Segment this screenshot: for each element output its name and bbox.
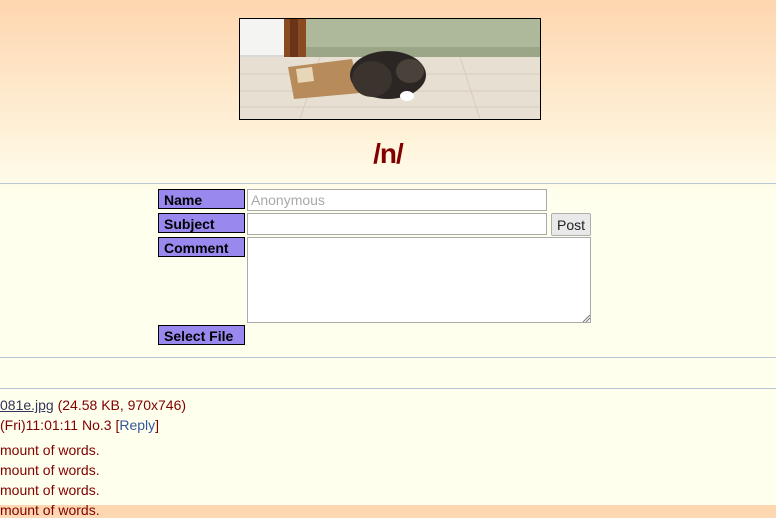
file-link[interactable]: 081e.jpg [0,397,54,413]
subject-field[interactable] [247,213,547,235]
post-number[interactable]: No.3 [82,417,112,433]
form-divider [0,357,776,358]
post-date-time: (Fri)11:01:11 [0,417,79,433]
post-text-line: mount of words. [0,482,100,498]
post-meta-line: (Fri)11:01:11 No.3 [Reply] [0,417,159,433]
comment-label: Comment [158,237,245,257]
post-text-line: mount of words. [0,462,100,478]
post-text-line: mount of words. [0,442,100,458]
thread-divider [0,388,776,389]
board-banner-image[interactable] [239,18,541,120]
subject-label: Subject [158,213,245,233]
post-text-line: mount of words. [0,502,100,518]
comment-wrapper [247,237,591,323]
cat-in-bag-illustration [240,19,540,119]
file-info-line: 081e.jpg (24.58 KB, 970x746) [0,397,186,413]
resize-handle-icon[interactable] [582,314,590,322]
name-label: Name [158,189,245,209]
select-file-label: Select File [158,325,245,345]
board-title: /n/ [373,138,404,169]
reply-link[interactable]: Reply [119,417,155,433]
file-info: (24.58 KB, 970x746) [57,397,187,413]
post-button[interactable]: Post [551,213,591,236]
top-divider [0,183,776,184]
name-field[interactable] [247,189,547,211]
reply-close-bracket: ] [155,417,160,433]
comment-field[interactable] [247,237,591,323]
